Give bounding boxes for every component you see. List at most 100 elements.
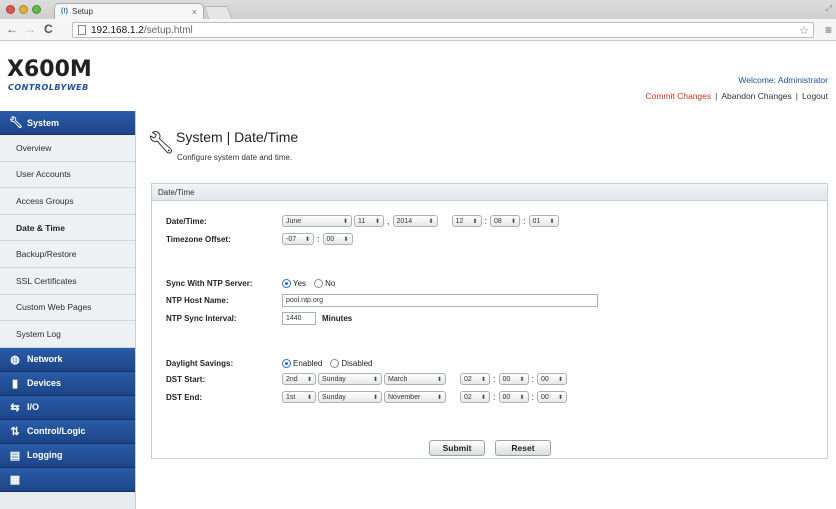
- submit-button[interactable]: Submit: [429, 440, 485, 456]
- dst-end-minute-select[interactable]: 00 ⬍: [498, 391, 529, 403]
- ntp-sync-yes-radio[interactable]: Yes: [282, 278, 306, 288]
- page-icon: [78, 25, 86, 35]
- sidebar-section-system[interactable]: 🔧︎ System: [0, 111, 135, 135]
- sidebar-section-logging[interactable]: ▤ Logging: [0, 443, 135, 468]
- dst-start-month-select[interactable]: March ⬍: [384, 373, 446, 385]
- sidebar-section-network[interactable]: ◍ Network: [0, 347, 135, 372]
- dst-start-hour-select[interactable]: 02 ⬍: [460, 373, 490, 385]
- tab-close-icon[interactable]: ×: [192, 7, 197, 17]
- dst-disabled-radio[interactable]: Disabled: [330, 358, 373, 368]
- dst-enabled-radio[interactable]: Enabled: [282, 358, 322, 368]
- dst-end-hour-select[interactable]: 02 ⬍: [460, 391, 490, 403]
- dst-end-label: DST End:: [166, 392, 202, 402]
- sidebar-section-label: I/O: [27, 402, 40, 413]
- timezone-label: Timezone Offset:: [166, 234, 231, 244]
- url-input[interactable]: 192.168.1.2/setup.html ☆: [72, 22, 814, 38]
- wrench-icon: 🔧︎: [9, 117, 23, 129]
- sidebar-section-label: Logging: [27, 450, 63, 461]
- main-content: 🔧︎ System | Date/Time Configure system d…: [137, 111, 836, 509]
- sidebar-section-control-logic[interactable]: ⇅ Control/Logic: [0, 419, 135, 444]
- bookmark-star-icon[interactable]: ☆: [799, 24, 809, 37]
- favicon-icon: (!): [61, 8, 68, 15]
- select-arrow-icon: ⬍: [428, 218, 434, 225]
- logo-subtitle: CONTROLBYWEB: [8, 83, 89, 92]
- select-arrow-icon: ⬍: [549, 218, 555, 225]
- ntp-sync-label: Sync With NTP Server:: [166, 278, 253, 288]
- browser-tab[interactable]: (!) Setup ×: [54, 3, 204, 19]
- sidebar-item-access-groups[interactable]: Access Groups: [0, 188, 135, 215]
- minute-select[interactable]: 08 ⬍: [490, 215, 521, 227]
- new-tab-button[interactable]: [203, 6, 233, 19]
- select-arrow-icon: ⬍: [558, 394, 564, 401]
- ntp-interval-input[interactable]: 1440: [282, 311, 316, 325]
- dst-start-minute-select[interactable]: 00 ⬍: [498, 373, 529, 385]
- day-select[interactable]: 11 ⬍: [354, 215, 384, 227]
- select-arrow-icon: ⬍: [480, 394, 486, 401]
- minimize-window-icon[interactable]: [19, 5, 28, 14]
- second-select[interactable]: 01 ⬍: [528, 215, 559, 227]
- year-select[interactable]: 2014 ⬍: [392, 215, 438, 227]
- timezone-minutes-select[interactable]: 00 ⬍: [322, 233, 353, 245]
- ntp-host-row: NTP Host Name: pool.ntp.org: [166, 293, 598, 307]
- sidebar-section-more[interactable]: ▦: [0, 467, 135, 492]
- logo: X600M: [7, 57, 92, 82]
- sidebar-section-label: System: [27, 117, 60, 128]
- forward-icon[interactable]: →: [24, 22, 36, 36]
- sidebar-item-custom-web-pages[interactable]: Custom Web Pages: [0, 294, 135, 322]
- select-arrow-icon: ⬍: [480, 376, 486, 383]
- link-separator: |: [795, 91, 798, 101]
- resize-icon[interactable]: ⤢: [826, 4, 832, 14]
- back-icon[interactable]: ←: [6, 22, 18, 36]
- sidebar-item-user-accounts[interactable]: User Accounts: [0, 161, 135, 189]
- hour-select[interactable]: 12 ⬍: [451, 215, 482, 227]
- sidebar-item-ssl-certificates[interactable]: SSL Certificates: [0, 267, 135, 295]
- dst-start-day-select[interactable]: Sunday ⬍: [318, 373, 382, 385]
- timezone-hours-select[interactable]: -07 ⬍: [282, 233, 314, 245]
- dst-end-week-select[interactable]: 1st ⬍: [282, 391, 316, 403]
- commit-changes-link[interactable]: Commit Changes: [645, 91, 711, 101]
- dst-end-second-select[interactable]: 00 ⬍: [537, 391, 568, 403]
- timezone-row: Timezone Offset: -07 ⬍ : 00 ⬍: [166, 232, 353, 246]
- abandon-changes-link[interactable]: Abandon Changes: [721, 91, 791, 101]
- window-controls: [6, 5, 41, 14]
- sidebar-section-devices[interactable]: ▮ Devices: [0, 371, 135, 396]
- page-title: System | Date/Time: [176, 129, 299, 145]
- select-arrow-icon: ⬍: [374, 218, 380, 225]
- page-description: Configure system date and time.: [177, 153, 293, 162]
- logout-link[interactable]: Logout: [802, 91, 828, 101]
- maximize-window-icon[interactable]: [32, 5, 41, 14]
- ntp-sync-row: Sync With NTP Server: Yes No: [166, 276, 341, 290]
- io-arrows-icon: ⇆: [10, 401, 20, 414]
- sidebar: 🔧︎ System Overview User Accounts Access …: [0, 111, 136, 509]
- dst-label: Daylight Savings:: [166, 358, 234, 368]
- datetime-row: Date/Time: June ⬍ 11 ⬍ , 2014 ⬍ 12 ⬍ : 08 ⬍ :…: [166, 214, 559, 228]
- select-arrow-icon: ⬍: [472, 218, 478, 225]
- sidebar-item-system-log[interactable]: System Log: [0, 321, 135, 348]
- dst-start-row: DST Start: 2nd ⬍ Sunday ⬍ March ⬍ 02 ⬍ : 00 ⬍…: [166, 372, 568, 386]
- dst-row: Daylight Savings: Enabled Disabled: [166, 356, 379, 370]
- ntp-host-label: NTP Host Name:: [166, 295, 229, 305]
- device-icon: ▮: [11, 377, 19, 390]
- grid-icon: ▦: [9, 473, 21, 486]
- select-arrow-icon: ⬍: [372, 376, 378, 383]
- month-select[interactable]: June ⬍: [282, 215, 352, 227]
- browser-menu-icon[interactable]: ≡: [825, 23, 832, 37]
- browser-tab-bar: (!) Setup × ⤢: [0, 0, 836, 19]
- sidebar-item-overview[interactable]: Overview: [0, 135, 135, 162]
- reload-icon[interactable]: C: [44, 22, 53, 36]
- dst-start-week-select[interactable]: 2nd ⬍: [282, 373, 316, 385]
- panel-header: Date/Time: [152, 184, 827, 201]
- dst-start-second-select[interactable]: 00 ⬍: [537, 373, 568, 385]
- reset-button[interactable]: Reset: [495, 440, 551, 456]
- sidebar-item-backup-restore[interactable]: Backup/Restore: [0, 241, 135, 268]
- ntp-host-input[interactable]: pool.ntp.org: [282, 293, 598, 307]
- select-arrow-icon: ⬍: [436, 376, 442, 383]
- dst-end-month-select[interactable]: November ⬍: [384, 391, 446, 403]
- sidebar-item-date-time[interactable]: Date & Time: [0, 214, 135, 242]
- sidebar-section-io[interactable]: ⇆ I/O: [0, 395, 135, 420]
- close-window-icon[interactable]: [6, 5, 15, 14]
- dst-end-row: DST End: 1st ⬍ Sunday ⬍ November ⬍ 02 ⬍ : 00…: [166, 390, 568, 404]
- header-links: Commit Changes | Abandon Changes | Logou…: [645, 91, 828, 101]
- ntp-sync-no-radio[interactable]: No: [314, 278, 335, 288]
- dst-end-day-select[interactable]: Sunday ⬍: [318, 391, 382, 403]
